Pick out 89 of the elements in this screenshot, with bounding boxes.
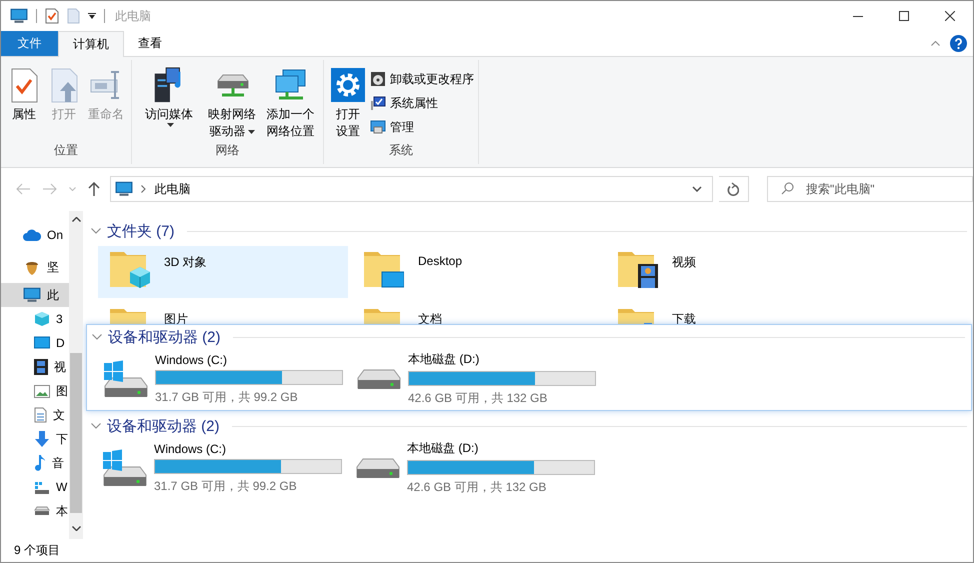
folder-item[interactable]: 3D 对象	[98, 246, 348, 298]
refresh-icon	[727, 182, 740, 196]
download-arrow-icon	[34, 431, 50, 447]
window-title: 此电脑	[115, 8, 151, 24]
search-field[interactable]: 搜索"此电脑"	[767, 176, 973, 202]
item-count: 9 个项目	[14, 542, 60, 559]
ribbon-button[interactable]: 打开设置	[328, 64, 368, 142]
dragged-section[interactable]: 设备和驱动器 (2) Windows (C:) 31.7 GB 可用，共 99.2 GB 本地磁盘 (D:) 42.6 GB 可用，共 132 GB	[86, 324, 972, 411]
disc-box-icon	[370, 71, 386, 87]
drive-icon	[356, 458, 400, 478]
nav-item[interactable]: 文	[1, 403, 69, 427]
ribbon-button[interactable]: 添加一个网络位置	[262, 64, 319, 142]
folder-icon	[110, 252, 150, 288]
computer-icon	[10, 8, 28, 24]
dropdown-caret-icon	[166, 123, 174, 127]
folder-item[interactable]: Desktop	[352, 246, 602, 298]
caret-up-icon[interactable]	[931, 41, 940, 46]
drive-name: Windows (C:)	[154, 442, 228, 456]
nav-item[interactable]: 音	[1, 451, 69, 475]
section-header: 设备和驱动器 (2)	[108, 328, 220, 346]
ribbon-button[interactable]: 卸载或更改程序	[370, 69, 474, 89]
chevron-right-icon	[141, 185, 146, 193]
dropdown-caret-icon[interactable]	[692, 186, 702, 192]
file-menu-button[interactable]: 文件	[1, 31, 58, 56]
document-icon	[67, 8, 80, 24]
nav-item[interactable]: D	[1, 331, 69, 355]
checkmark-document-icon	[45, 8, 59, 24]
windows-drive-icon	[102, 449, 147, 487]
ribbon-tab[interactable]: 计算机	[58, 31, 124, 57]
drive-name: 本地磁盘 (D:)	[408, 351, 480, 368]
drive-icon	[34, 506, 50, 516]
ribbon-button[interactable]: 管理	[370, 117, 474, 137]
cube-icon	[34, 311, 50, 327]
desktop-icon	[34, 336, 50, 350]
document-icon	[34, 407, 47, 423]
cloud-icon	[23, 229, 41, 241]
settings-icon	[330, 66, 365, 104]
drive-space: 42.6 GB 可用，共 132 GB	[408, 390, 548, 407]
nav-item[interactable]: 视	[1, 355, 69, 379]
film-icon	[34, 359, 48, 375]
drive-space: 31.7 GB 可用，共 99.2 GB	[154, 478, 298, 494]
group-label: 位置	[53, 142, 79, 159]
chevron-down-icon	[91, 228, 101, 234]
ribbon-button[interactable]: 系统属性	[370, 93, 474, 113]
scroll-down-icon[interactable]	[72, 526, 80, 531]
scrollbar[interactable]	[69, 211, 83, 539]
drive-icon	[357, 368, 401, 390]
computer-icon	[115, 180, 134, 198]
folder-icon	[364, 252, 404, 288]
refresh-button[interactable]	[718, 176, 750, 202]
close-icon	[945, 11, 955, 21]
nav-item[interactable]: 本	[1, 499, 69, 523]
windows-drive-icon	[103, 360, 148, 398]
nav-item[interactable]: W	[1, 475, 69, 499]
computer-management-icon	[370, 119, 386, 135]
ribbon-button[interactable]: 访问媒体	[136, 64, 202, 142]
scroll-up-icon[interactable]	[72, 217, 80, 222]
picture-icon	[34, 384, 50, 398]
ribbon-button[interactable]: 映射网络驱动器	[204, 64, 260, 142]
chevron-down-icon	[92, 334, 102, 340]
monitor-check-icon	[370, 95, 386, 111]
maximize-icon	[899, 11, 909, 21]
help-icon[interactable]	[950, 35, 967, 52]
search-icon	[781, 182, 794, 195]
group-label: 网络	[214, 142, 240, 159]
group-label: 系统	[388, 142, 414, 159]
nav-item[interactable]: 图	[1, 379, 69, 403]
dropdown-caret-icon	[248, 130, 255, 134]
ribbon-tab[interactable]: 查看	[124, 31, 176, 56]
nav-item[interactable]: On	[1, 219, 69, 251]
section-header: 文件夹 (7)	[107, 222, 174, 240]
drive-name: 本地磁盘 (D:)	[407, 440, 480, 457]
customize-toolbar-icon	[88, 13, 96, 19]
nav-item[interactable]: 此	[1, 283, 69, 307]
folder-icon	[618, 252, 658, 288]
nav-item[interactable]: 3	[1, 307, 69, 331]
drive-space: 42.6 GB 可用，共 132 GB	[407, 479, 548, 496]
section-header: 设备和驱动器 (2)	[107, 416, 220, 436]
ribbon-button[interactable]: 属性	[5, 64, 43, 142]
drive-name: Windows (C:)	[155, 352, 228, 366]
windows-drive-icon	[34, 480, 50, 494]
drive-space: 31.7 GB 可用，共 99.2 GB	[155, 388, 299, 406]
nav-item[interactable]: 下	[1, 427, 69, 451]
nav-item[interactable]: 坚	[1, 251, 69, 283]
music-note-icon	[34, 455, 46, 471]
up-icon[interactable]	[88, 182, 100, 196]
chevron-down-icon	[91, 423, 101, 429]
folder-item[interactable]: 视频	[606, 246, 856, 298]
computer-icon	[23, 286, 41, 304]
